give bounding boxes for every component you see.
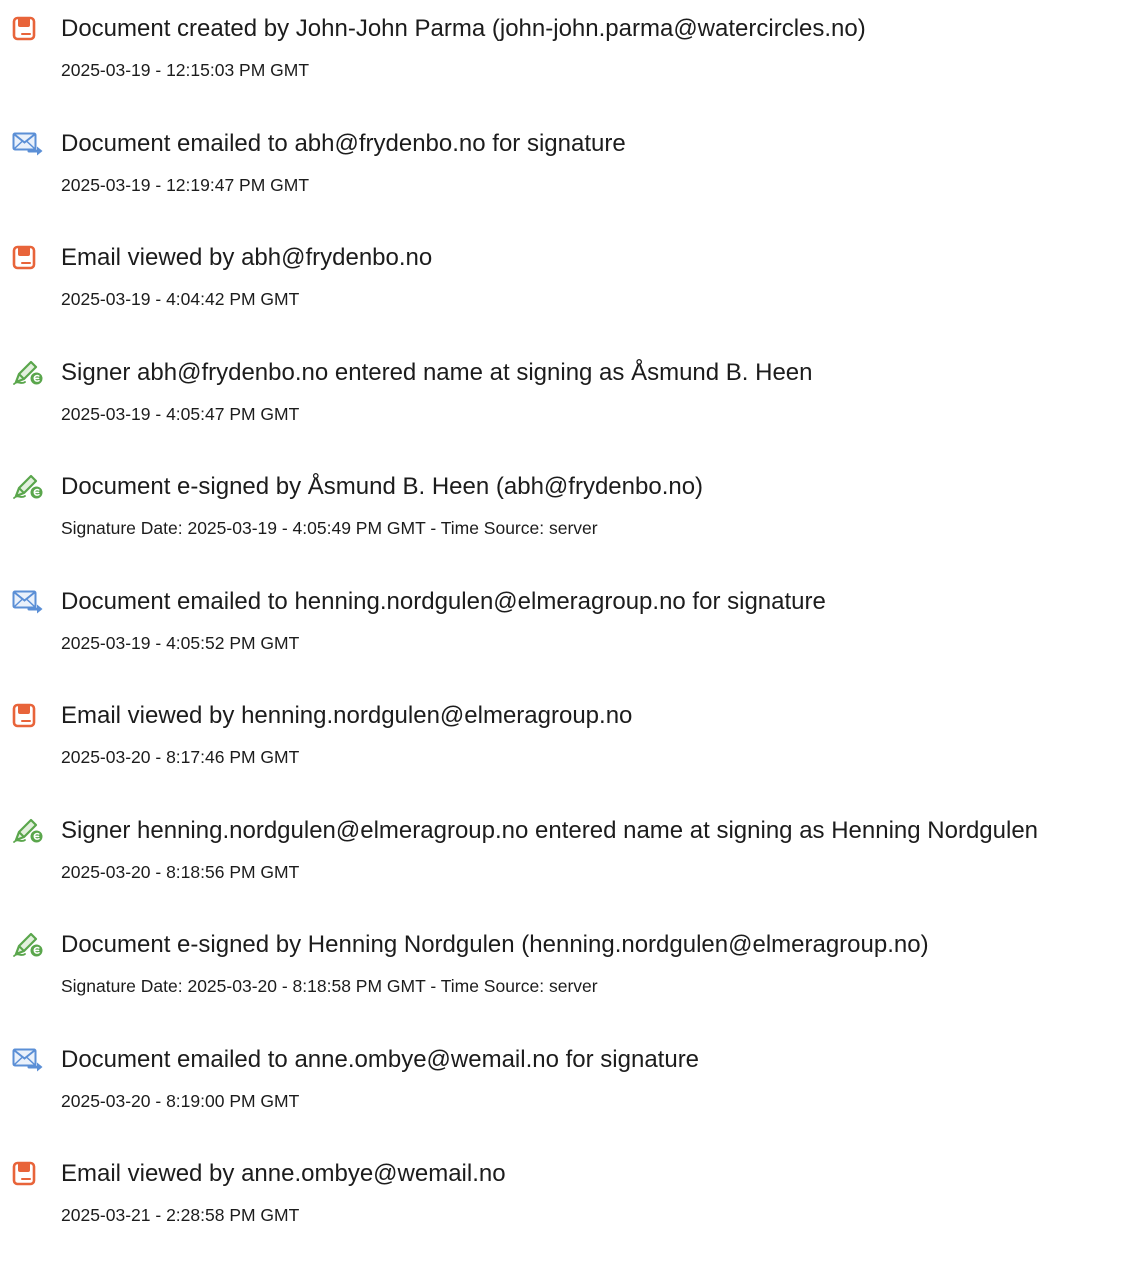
audit-event-row: Document emailed to anne.ombye@wemail.no…: [0, 1043, 1147, 1158]
document-created-icon: [12, 703, 48, 729]
event-description: Email viewed by henning.nordgulen@elmera…: [61, 702, 633, 729]
event-description: Document e-signed by Åsmund B. Heen (abh…: [61, 473, 704, 500]
event-description: Signer abh@frydenbo.no entered name at s…: [61, 358, 813, 386]
email-sent-icon: [12, 131, 48, 157]
e-sign-pen-icon: [12, 360, 48, 386]
e-sign-pen-icon: [12, 474, 48, 500]
document-created-icon: [12, 1161, 48, 1187]
email-sent-icon: [12, 1047, 48, 1073]
audit-trail-list: Document created by John-John Parma (joh…: [0, 12, 1147, 1272]
document-created-icon: [12, 16, 48, 42]
audit-event-row: Document e-signed by Åsmund B. Heen (abh…: [0, 470, 1147, 585]
event-description: Email viewed by abh@frydenbo.no: [61, 244, 433, 271]
audit-event-row: Email viewed by abh@frydenbo.no 2025-03-1…: [0, 241, 1147, 356]
event-timestamp: 2025-03-20 - 8:17:46 PM GMT: [61, 747, 300, 767]
event-timestamp: 2025-03-19 - 12:19:47 PM GMT: [61, 174, 310, 195]
e-sign-pen-icon: [12, 818, 48, 844]
event-timestamp: 2025-03-21 - 2:28:58 PM GMT: [61, 1205, 300, 1225]
audit-event-row: Document emailed to henning.nordgulen@el…: [0, 585, 1147, 700]
event-description: Signer henning.nordgulen@elmeragroup.no …: [61, 816, 1039, 844]
event-timestamp: 2025-03-20 - 8:19:00 PM GMT: [61, 1090, 300, 1111]
event-description: Email viewed by anne.ombye@wemail.no: [61, 1160, 506, 1187]
event-timestamp: 2025-03-20 - 8:18:56 PM GMT: [61, 861, 300, 882]
event-description: Document e-signed by Henning Nordgulen (…: [61, 931, 929, 958]
audit-event-row: Document emailed to abh@frydenbo.no for …: [0, 127, 1147, 242]
e-sign-pen-icon: [12, 932, 48, 958]
audit-event-row: Document e-signed by Henning Nordgulen (…: [0, 928, 1147, 1043]
audit-event-row: Email viewed by anne.ombye@wemail.no 2025…: [0, 1157, 1147, 1272]
event-timestamp: 2025-03-19 - 4:05:47 PM GMT: [61, 403, 300, 424]
event-timestamp: 2025-03-19 - 4:04:42 PM GMT: [61, 289, 300, 309]
event-timestamp: Signature Date: 2025-03-19 - 4:05:49 PM …: [61, 518, 598, 538]
audit-event-row: Document created by John-John Parma (joh…: [0, 12, 1147, 127]
audit-event-row: Email viewed by henning.nordgulen@elmera…: [0, 699, 1147, 814]
event-timestamp: Signature Date: 2025-03-20 - 8:18:58 PM …: [61, 976, 598, 996]
event-description: Document created by John-John Parma (joh…: [61, 15, 866, 42]
event-description: Document emailed to abh@frydenbo.no for …: [61, 129, 626, 157]
event-timestamp: 2025-03-19 - 12:15:03 PM GMT: [61, 60, 310, 80]
event-description: Document emailed to henning.nordgulen@el…: [61, 587, 826, 615]
email-sent-icon: [12, 589, 48, 615]
event-timestamp: 2025-03-19 - 4:05:52 PM GMT: [61, 632, 300, 653]
audit-event-row: Signer henning.nordgulen@elmeragroup.no …: [0, 814, 1147, 929]
document-created-icon: [12, 245, 48, 271]
event-description: Document emailed to anne.ombye@wemail.no…: [61, 1045, 700, 1073]
audit-event-row: Signer abh@frydenbo.no entered name at s…: [0, 356, 1147, 471]
